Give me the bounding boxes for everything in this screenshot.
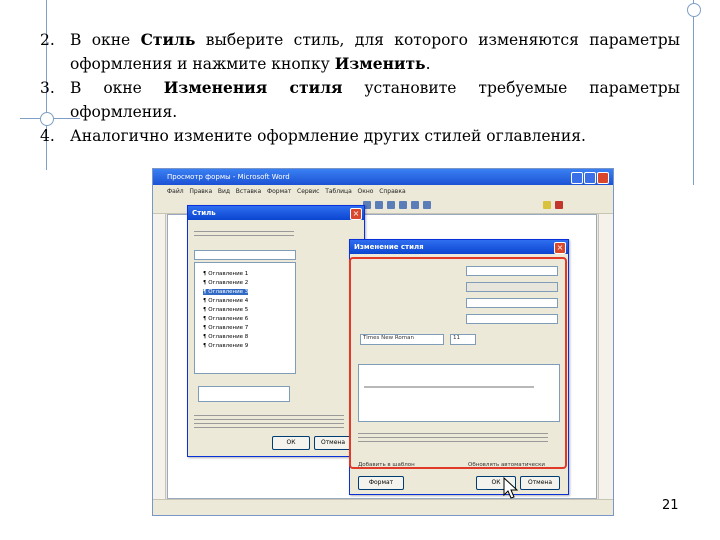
toolbar-button-icon[interactable] [423,201,431,209]
dialog-name-modify-style: Изменения стиля [163,78,343,97]
list-item-selected[interactable]: ¶ Оглавление 3 [203,289,249,295]
list-item[interactable]: ¶ Оглавление 4 [203,298,248,304]
list-item[interactable]: ¶ Оглавление 2 [203,280,248,286]
instruction-list: 2. В окне Стиль выберите стиль, для кото… [40,28,680,148]
mouse-cursor-icon [503,477,519,499]
status-bar [153,499,613,515]
vertical-scrollbar[interactable] [598,214,613,499]
menu-item[interactable]: Вставка [236,188,261,195]
menu-item[interactable]: Таблица [325,188,352,195]
style-list[interactable]: ¶ Оглавление 1 ¶ Оглавление 2 ¶ Оглавлен… [194,262,296,374]
toolbar-button-icon[interactable] [543,201,551,209]
style-dialog-title: Стиль [188,206,364,220]
instruction-number: 4. [40,127,55,145]
list-item[interactable]: ¶ Оглавление 7 [203,325,248,331]
cancel-button[interactable]: Отмена [520,476,560,490]
ok-button[interactable]: ОК [272,436,310,450]
decor-vertical-line-right [693,0,694,185]
description-text [194,412,344,428]
toolbar-button-icon[interactable] [411,201,419,209]
vertical-ruler [153,214,166,499]
list-item[interactable]: ¶ Оглавление 1 [203,271,248,277]
menu-item[interactable]: Формат [267,188,291,195]
list-item[interactable]: ¶ Оглавление 8 [203,334,248,340]
word-title-bar: Просмотр формы - Microsoft Word [153,169,613,185]
toolbar-button-icon[interactable] [399,201,407,209]
menu-item[interactable]: Сервис [297,188,319,195]
toolbar-button-icon[interactable] [387,201,395,209]
dialog-name-style: Стиль [140,30,196,49]
instruction-number: 3. [40,79,55,97]
close-icon[interactable]: × [554,242,566,254]
maximize-icon[interactable] [584,172,596,184]
menu-item[interactable]: Файл [167,188,184,195]
instruction-item: 3. В окне Изменения стиля установите тре… [40,78,680,121]
menu-item[interactable]: Окно [358,188,374,195]
dialog-hint-text [194,228,294,238]
menu-item[interactable]: Вид [218,188,230,195]
style-dialog: Стиль × ¶ Оглавление 1 ¶ Оглавление 2 ¶ … [187,205,365,457]
toolbar-button-icon[interactable] [555,201,563,209]
instruction-number: 2. [40,31,55,49]
minimize-icon[interactable] [571,172,583,184]
list-item[interactable]: ¶ Оглавление 6 [203,316,248,322]
style-list-filter[interactable] [194,250,296,260]
format-button[interactable]: Формат [358,476,404,490]
word-screenshot: Просмотр формы - Microsoft Word Файл Пра… [152,168,614,516]
list-item[interactable]: ¶ Оглавление 9 [203,343,248,349]
menu-bar: Файл Правка Вид Вставка Формат Сервис Та… [153,185,613,199]
cancel-button[interactable]: Отмена [314,436,352,450]
highlight-frame [349,257,567,469]
menu-item[interactable]: Справка [379,188,405,195]
close-icon[interactable]: × [350,208,362,220]
instruction-item: 4. Аналогично измените оформление других… [40,124,680,148]
decor-circle-right [687,3,701,17]
modify-style-dialog-title: Изменение стиля [350,240,568,254]
style-preview-box [198,386,290,402]
close-icon[interactable] [597,172,609,184]
button-name-modify: Изменить [334,54,426,73]
menu-item[interactable]: Правка [189,188,212,195]
page-number: 21 [662,498,679,513]
list-item[interactable]: ¶ Оглавление 5 [203,307,248,313]
toolbar-button-icon[interactable] [375,201,383,209]
instruction-item: 2. В окне Стиль выберите стиль, для кото… [40,30,680,73]
